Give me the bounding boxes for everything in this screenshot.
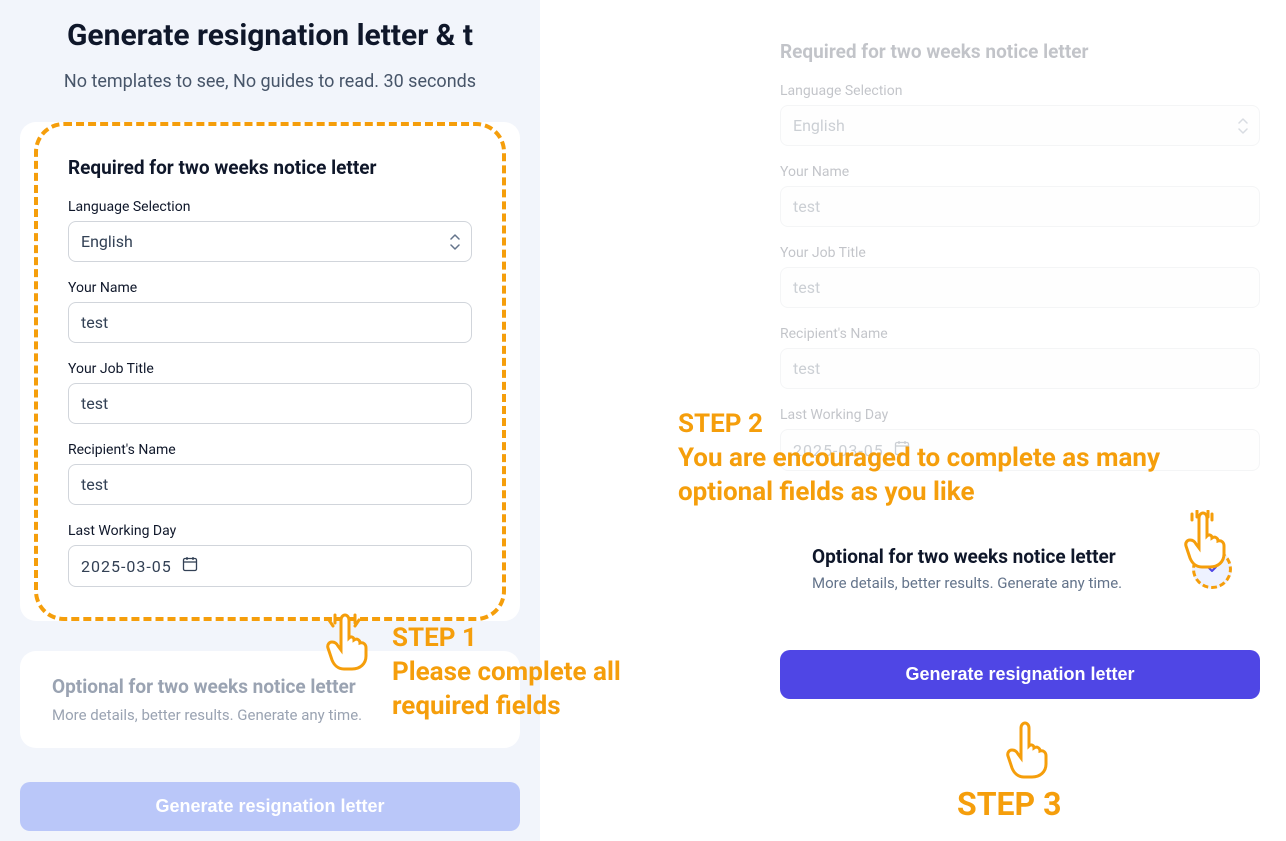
anno-step1: STEP 1 Please complete all required fiel…: [392, 622, 682, 723]
page-subtitle: No templates to see, No guides to read. …: [20, 71, 520, 92]
name-label-right: Your Name: [780, 164, 1260, 180]
pointer-hand-step1: [320, 612, 370, 676]
generate-button-enabled[interactable]: Generate resignation letter: [780, 650, 1260, 699]
recipient-input-right[interactable]: [780, 348, 1260, 389]
page-title: Generate resignation letter & t: [20, 18, 520, 53]
job-label: Your Job Title: [68, 361, 472, 377]
generate-button-disabled[interactable]: Generate resignation letter: [20, 782, 520, 831]
job-input-right[interactable]: [780, 267, 1260, 308]
anno-step2-title: STEP 2: [678, 408, 1238, 442]
required-card-border: Required for two weeks notice letter Lan…: [34, 122, 506, 621]
anno-step3-title: STEP 3: [957, 784, 1061, 826]
language-label: Language Selection: [68, 199, 472, 215]
language-label-right: Language Selection: [780, 83, 1260, 99]
required-section-title: Required for two weeks notice letter: [68, 156, 472, 179]
job-input[interactable]: [68, 383, 472, 424]
name-input-right[interactable]: [780, 186, 1260, 227]
calendar-icon: [182, 556, 198, 576]
name-label: Your Name: [68, 280, 472, 296]
name-input[interactable]: [68, 302, 472, 343]
optional-sub-right: More details, better results. Generate a…: [812, 574, 1190, 592]
optional-title-right: Optional for two weeks notice letter: [812, 545, 1190, 568]
language-select[interactable]: English: [68, 221, 472, 262]
recipient-label-right: Recipient's Name: [780, 326, 1260, 342]
pointer-hand-step2: [1178, 510, 1228, 574]
anno-step2-text: You are encouraged to complete as many o…: [678, 442, 1238, 510]
language-select-right[interactable]: English: [780, 105, 1260, 146]
lastday-value: 2025-03-05: [81, 557, 172, 576]
anno-step2: STEP 2 You are encouraged to complete as…: [678, 408, 1238, 509]
anno-step1-text: Please complete all required fields: [392, 656, 682, 724]
anno-step3: STEP 3: [957, 784, 1061, 826]
anno-step1-title: STEP 1: [392, 622, 682, 656]
lastday-input[interactable]: 2025-03-05: [68, 545, 472, 587]
recipient-input[interactable]: [68, 464, 472, 505]
recipient-label: Recipient's Name: [68, 442, 472, 458]
required-section-title-right: Required for two weeks notice letter: [780, 40, 1260, 63]
pointer-hand-step3: [1000, 720, 1050, 784]
job-label-right: Your Job Title: [780, 245, 1260, 261]
required-card: Required for two weeks notice letter Lan…: [20, 122, 520, 621]
lastday-label: Last Working Day: [68, 523, 472, 539]
